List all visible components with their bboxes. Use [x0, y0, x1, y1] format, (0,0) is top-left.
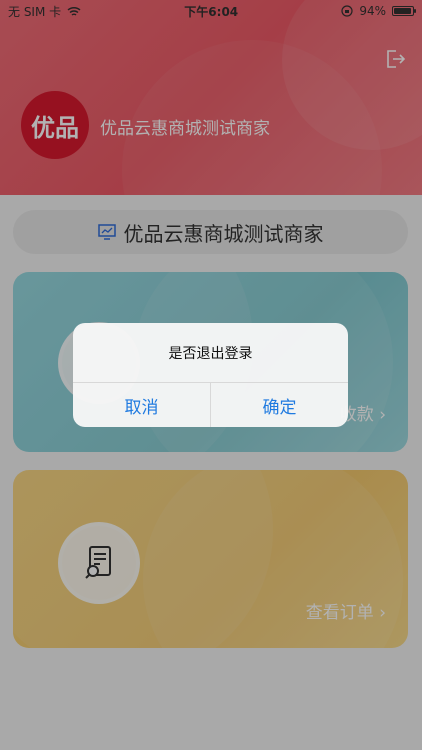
- battery-icon: [391, 6, 416, 16]
- logout-dialog: 是否退出登录 取消 确定: [73, 323, 348, 427]
- clock: 下午6:04: [184, 4, 239, 19]
- wifi-icon: [67, 6, 81, 16]
- confirm-button[interactable]: 确定: [210, 383, 348, 427]
- carrier-label: 无 SIM 卡: [8, 4, 62, 19]
- cancel-button[interactable]: 取消: [73, 383, 210, 427]
- dialog-buttons: 取消 确定: [73, 383, 348, 427]
- dialog-message: 是否退出登录: [73, 323, 348, 383]
- lock-rotation-icon: [341, 5, 353, 17]
- status-bar: 无 SIM 卡 下午6:04 94%: [0, 0, 422, 22]
- battery-percent: 94%: [359, 4, 386, 18]
